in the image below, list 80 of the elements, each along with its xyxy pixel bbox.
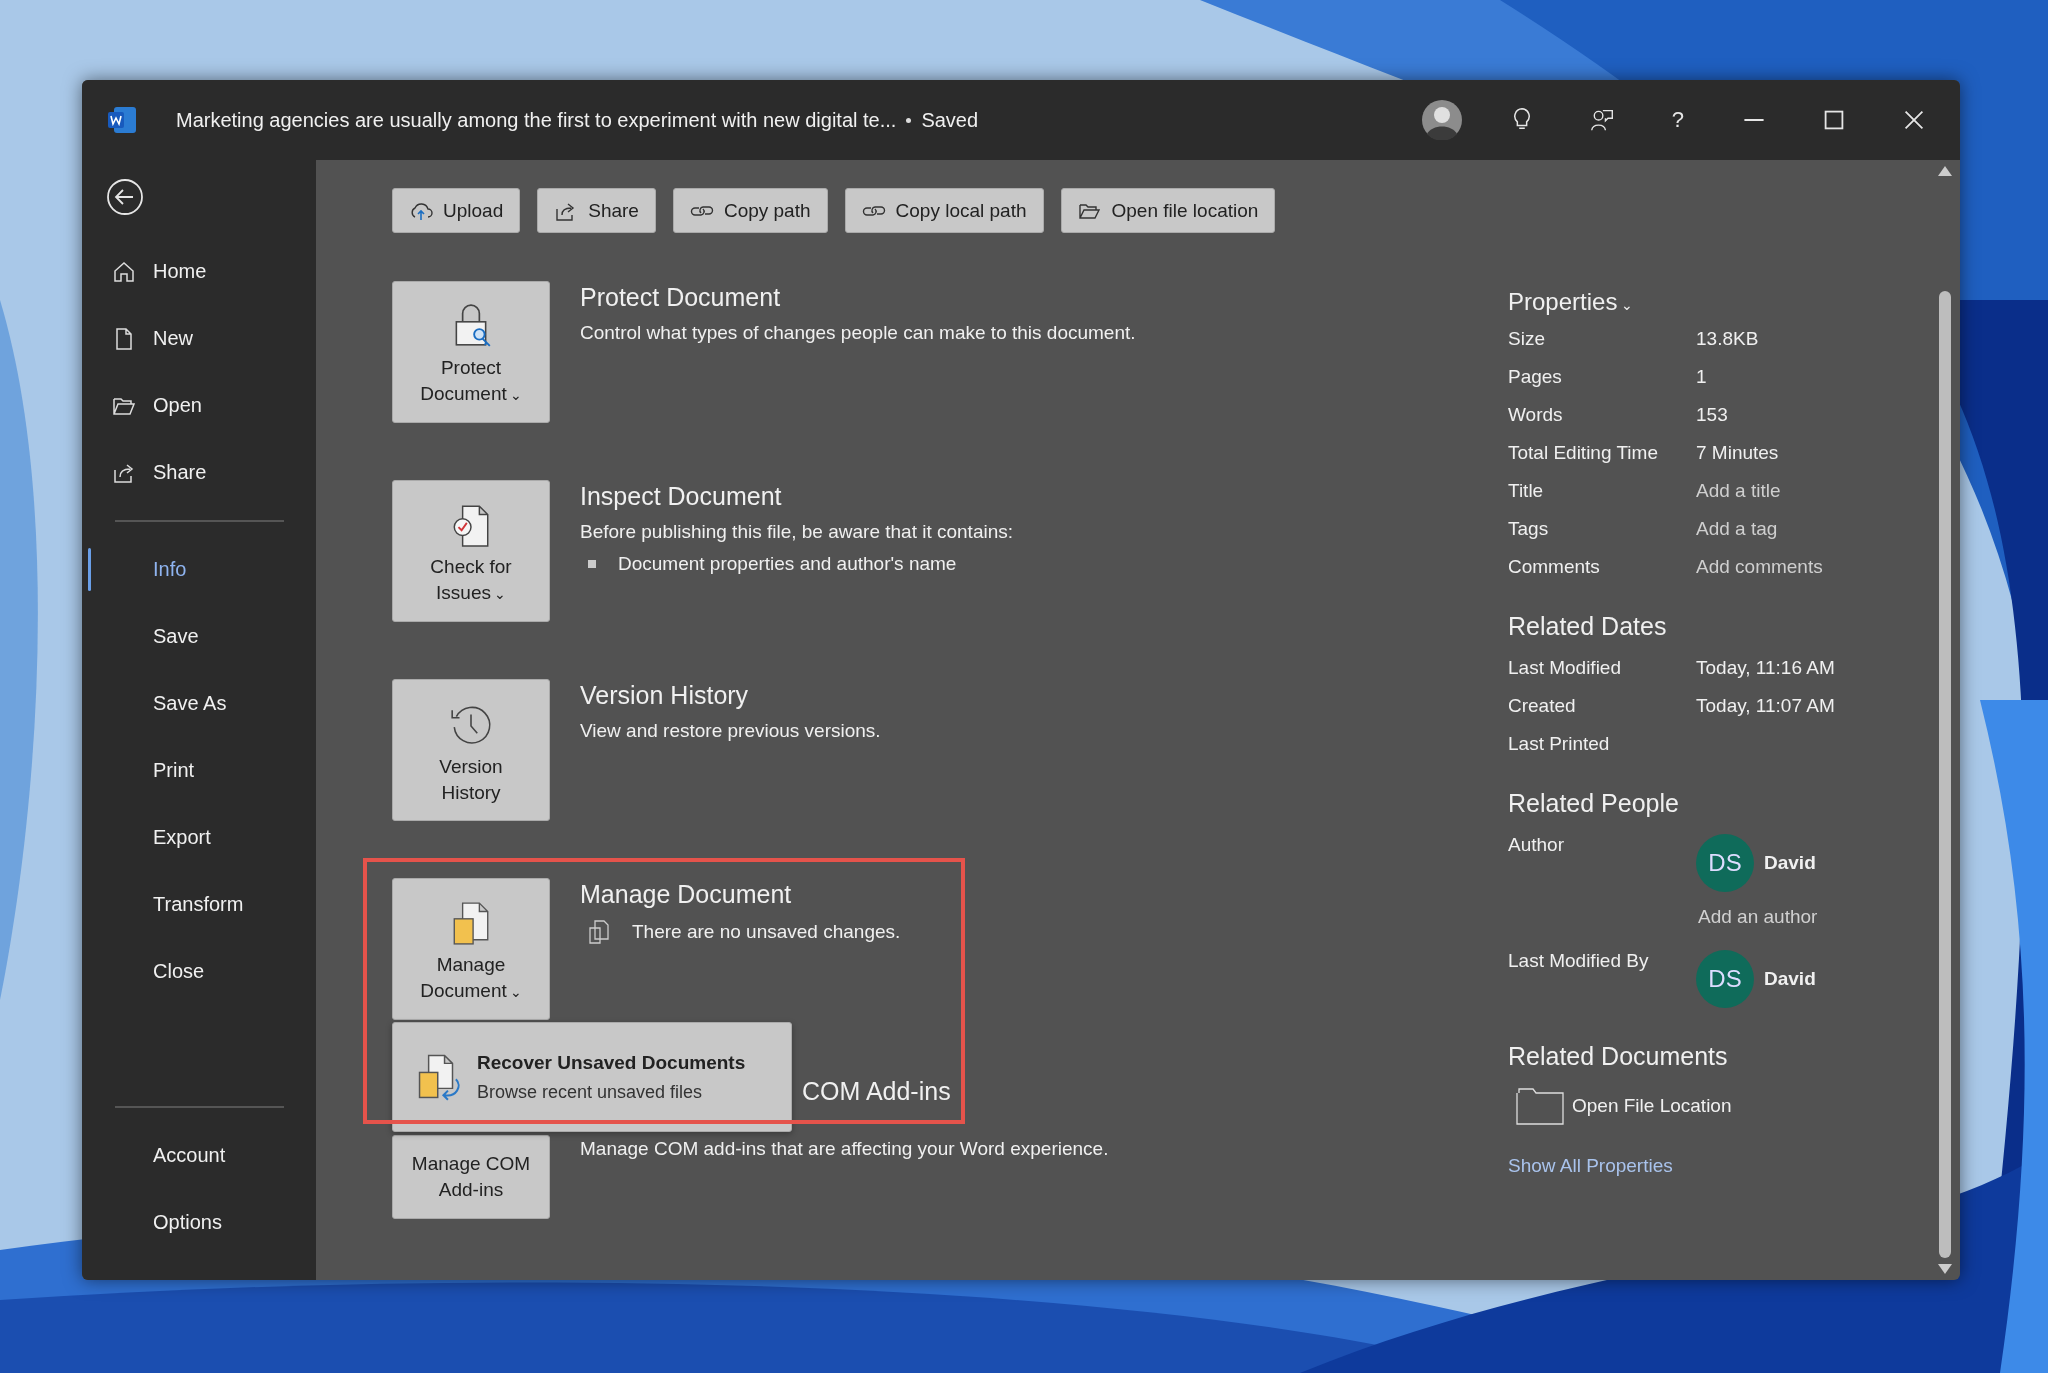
word-logo-icon [108,107,136,133]
feedback-icon[interactable] [1589,107,1614,133]
property-label: Tags [1508,518,1550,540]
show-all-properties-link[interactable]: Show All Properties [1508,1155,1673,1177]
property-value: 153 [1696,404,1728,426]
nav-item[interactable]: Save [82,603,316,670]
tile-button[interactable]: Manage COM Add-ins [392,1135,550,1219]
property-label: Last Modified By [1508,950,1650,973]
property-label: Created [1508,695,1577,717]
section-title: Inspect Document [580,482,783,511]
property-label: Last Printed [1508,733,1611,755]
tile-button[interactable]: Version History [392,679,550,821]
status-text: There are no unsaved changes. [632,921,901,943]
property-label: Author [1508,834,1565,857]
section-heading: Related People [1508,789,1680,818]
document-title: Marketing agencies are usually among the first to experiment with new digital te... [176,108,897,132]
save-status: Saved [921,108,979,132]
property-label: Size [1508,328,1546,350]
person-name[interactable]: David [1764,852,1816,874]
tile-button[interactable]: Protect Document⌄ [392,281,550,423]
home-icon [112,259,136,284]
section-description: Control what types of changes people can make to this document. [580,322,1136,344]
nav-item[interactable]: Home [82,238,316,305]
nav-item[interactable]: Transform [82,871,316,938]
scrollbar[interactable] [1936,166,1954,1274]
nav-item[interactable]: Export [82,804,316,871]
nav-item[interactable]: Account [82,1122,316,1189]
properties-heading[interactable]: Properties ⌄ [1508,288,1908,316]
action-button[interactable]: Share [537,188,656,233]
property-input[interactable]: Add a title [1696,480,1781,502]
property-value: 1 [1696,366,1707,388]
property-value: Today, 11:16 AM [1696,657,1835,679]
property-label: Pages [1508,366,1563,388]
open-file-location-link[interactable]: Open File Location [1572,1095,1732,1117]
tile-button[interactable]: Manage Document⌄ [392,878,550,1020]
section-title: Protect Document [580,283,782,312]
tile-button[interactable]: Check for Issues⌄ [392,480,550,622]
section-description: View and restore previous versions. [580,720,881,742]
nav-item[interactable]: Info [82,536,316,603]
property-input[interactable]: Add a tag [1696,518,1778,540]
action-button[interactable]: Upload [392,188,521,233]
avatar: DS [1696,950,1754,1008]
action-button[interactable]: Open file location [1060,188,1276,233]
separator-dot [906,117,912,123]
avatar: DS [1696,834,1754,892]
nav-item[interactable]: Close [82,938,316,1005]
cloud-upload-icon [409,200,433,221]
section-title: Version History [580,681,750,710]
nav-item[interactable]: Open [82,372,316,439]
section-description: Manage COM add-ins that are affecting your Word experience. [580,1138,1109,1160]
property-label: Total Editing Time [1508,442,1659,464]
section-heading: Related Dates [1508,612,1668,641]
property-label: Title [1508,480,1545,502]
property-value: 7 Minutes [1696,442,1779,464]
documents-icon [588,919,610,945]
nav-item[interactable]: Share [82,439,316,506]
person-name[interactable]: David [1764,968,1816,990]
property-value: Today, 11:07 AM [1696,695,1835,717]
property-label: Last Modified [1508,657,1622,679]
dropdown-menu-item[interactable]: Recover Unsaved Documents Browse recent unsaved files [392,1022,792,1132]
nav-item[interactable]: Save As [82,670,316,737]
bullet-text: Document properties and author's name [618,553,957,575]
bullet-icon [588,560,596,568]
folder-icon [1516,1087,1564,1125]
section-title: Manage Document [580,880,793,909]
nav-item[interactable]: New [82,305,316,372]
section-heading: Related Documents [1508,1042,1729,1071]
avatar-icon[interactable] [1421,100,1462,140]
nav-item[interactable]: Options [82,1189,316,1256]
action-button[interactable]: Copy path [672,188,828,233]
help-button[interactable]: ? [1661,107,1694,133]
section-description: Before publishing this file, be aware that it contains: [580,521,1014,543]
property-value: 13.8KB [1696,328,1759,350]
nav-item[interactable]: Print [82,737,316,804]
property-input[interactable]: Add comments [1696,556,1823,578]
add-author-link[interactable]: Add an author [1698,906,1818,928]
property-label: Comments [1508,556,1601,578]
section-title: COM Add-ins [802,1077,952,1106]
action-button[interactable]: Copy local path [844,188,1044,233]
property-label: Words [1508,404,1564,426]
